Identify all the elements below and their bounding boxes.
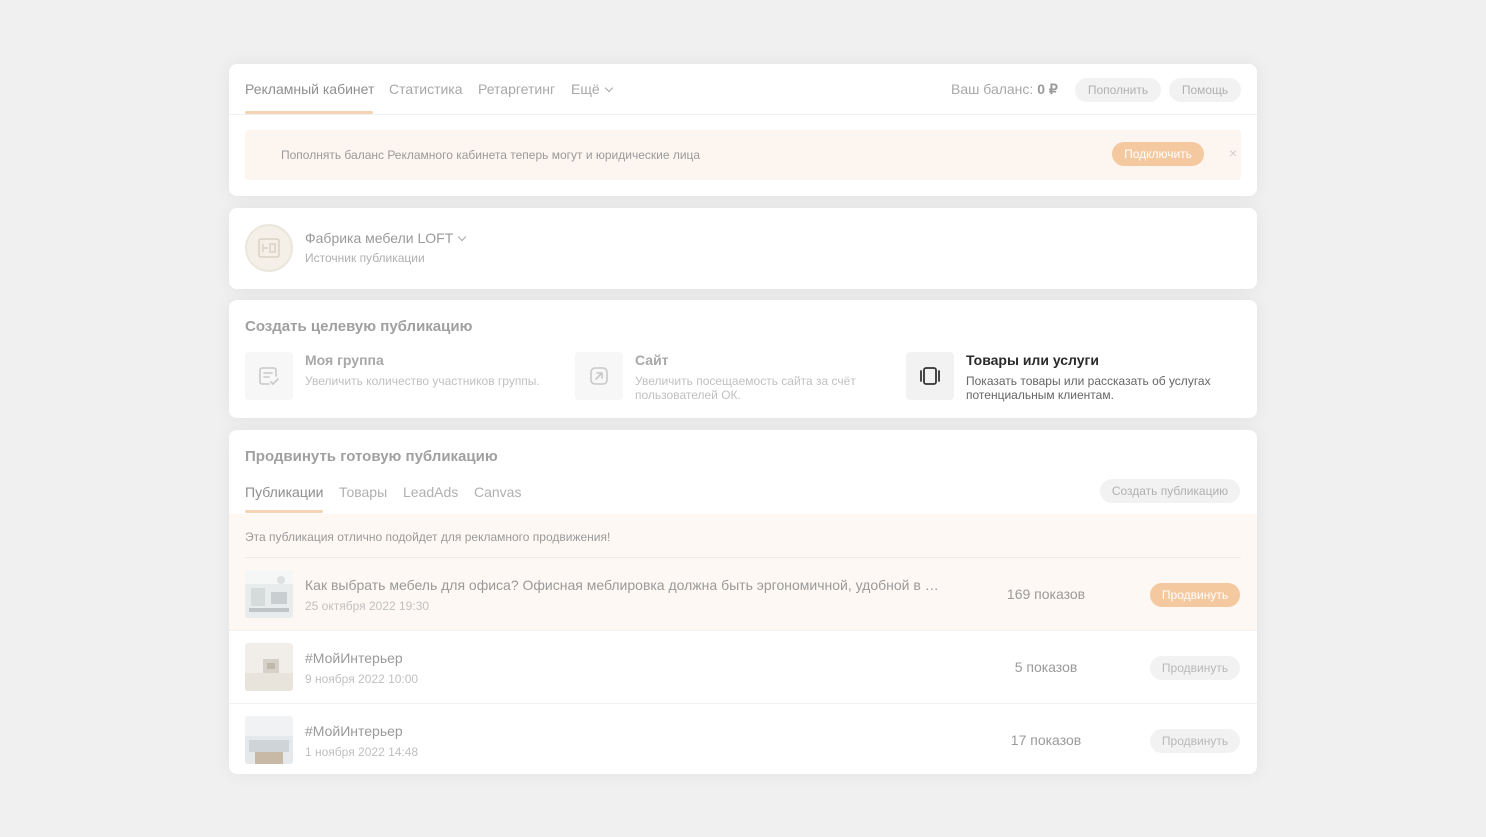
banner-text: Пополнять баланс Рекламного кабинета теп…	[281, 148, 701, 162]
source-name: Фабрика мебели LOFT	[305, 230, 454, 246]
option-description: Увеличить количество участников группы.	[305, 374, 540, 388]
publication-title: Как выбрать мебель для офиса? Офисная ме…	[305, 577, 939, 593]
carousel-icon	[906, 352, 954, 400]
promote-button[interactable]: Продвинуть	[1150, 656, 1240, 680]
tab-canvas[interactable]: Canvas	[474, 484, 521, 500]
tab-publications[interactable]: Публикации	[245, 484, 323, 500]
publication-thumbnail	[245, 716, 293, 764]
option-description: Увеличить посещаемость сайта за счёт пол…	[635, 374, 856, 402]
create-publication-button[interactable]: Создать публикацию	[1100, 479, 1240, 503]
external-link-icon	[575, 352, 623, 400]
section-title-create: Создать целевую публикацию	[245, 318, 473, 335]
tab-more-label: Ещё	[571, 81, 600, 97]
tab-statistics[interactable]: Статистика	[389, 81, 463, 97]
active-tab-indicator	[245, 510, 323, 513]
balance-value: 0 ₽	[1037, 81, 1058, 97]
tab-bar: Рекламный кабинет Статистика Ретаргетинг…	[229, 64, 1257, 115]
publication-row[interactable]: #МойИнтерьер 9 ноября 2022 10:00 5 показ…	[229, 631, 1257, 704]
publication-views: 17 показов	[1010, 732, 1082, 748]
topup-button[interactable]: Пополнить	[1075, 78, 1161, 102]
option-title: Моя группа	[305, 352, 384, 368]
balance-label: Ваш баланс:	[951, 81, 1034, 97]
publication-row[interactable]: Как выбрать мебель для офиса? Офисная ме…	[229, 558, 1257, 631]
chevron-down-icon	[458, 232, 467, 242]
connect-button[interactable]: Подключить	[1112, 142, 1204, 166]
balance-display: Ваш баланс: 0 ₽	[951, 81, 1058, 98]
publication-views: 5 показов	[1014, 659, 1078, 675]
option-site[interactable]: Сайт Увеличить посещаемость сайта за счё…	[575, 352, 895, 402]
publication-title: #МойИнтерьер	[305, 723, 403, 739]
section-title-promote: Продвинуть готовую публикацию	[245, 448, 498, 465]
publication-source-card: Фабрика мебели LOFT Источник публикации	[229, 208, 1257, 289]
publication-date: 9 ноября 2022 10:00	[305, 672, 419, 686]
furniture-logo-icon	[258, 238, 280, 258]
chevron-down-icon	[604, 83, 613, 93]
top-navigation-card: Рекламный кабинет Статистика Ретаргетинг…	[229, 64, 1257, 196]
publication-date: 1 ноября 2022 14:48	[305, 745, 419, 759]
publication-thumbnail	[245, 643, 293, 691]
close-icon[interactable]: ×	[1229, 145, 1237, 161]
publication-date: 25 октября 2022 19:30	[305, 599, 430, 613]
tab-retargeting[interactable]: Ретаргетинг	[478, 81, 555, 97]
tab-ad-cabinet[interactable]: Рекламный кабинет	[245, 81, 374, 97]
avatar[interactable]	[245, 224, 293, 272]
promote-button[interactable]: Продвинуть	[1150, 583, 1240, 607]
source-selector[interactable]: Фабрика мебели LOFT	[305, 230, 467, 246]
create-publication-card: Создать целевую публикацию Моя группа Ув…	[229, 300, 1257, 418]
promote-button[interactable]: Продвинуть	[1150, 729, 1240, 753]
option-my-group[interactable]: Моя группа Увеличить количество участник…	[245, 352, 565, 402]
help-button[interactable]: Помощь	[1169, 78, 1241, 102]
publication-title: #МойИнтерьер	[305, 650, 403, 666]
group-check-icon	[245, 352, 293, 400]
option-title: Сайт	[635, 352, 669, 368]
active-tab-indicator	[245, 111, 373, 114]
source-subtitle: Источник публикации	[305, 251, 425, 265]
option-title: Товары или услуги	[966, 352, 1099, 368]
tab-more[interactable]: Ещё	[571, 81, 613, 97]
publication-thumbnail	[245, 570, 293, 618]
info-banner: Пополнять баланс Рекламного кабинета теп…	[245, 130, 1241, 180]
publication-row[interactable]: #МойИнтерьер 1 ноября 2022 14:48 17 пока…	[229, 704, 1257, 777]
tab-goods[interactable]: Товары	[339, 484, 387, 500]
publication-views: 169 показов	[1006, 586, 1086, 602]
option-goods-services[interactable]: Товары или услуги Показать товары или ра…	[906, 352, 1226, 402]
tab-leadads[interactable]: LeadAds	[403, 484, 458, 500]
option-description: Показать товары или рассказать об услуга…	[966, 374, 1211, 402]
recommendation-hint: Эта публикация отлично подойдет для рекл…	[245, 530, 611, 544]
promote-publication-card: Продвинуть готовую публикацию Публикации…	[229, 430, 1257, 774]
